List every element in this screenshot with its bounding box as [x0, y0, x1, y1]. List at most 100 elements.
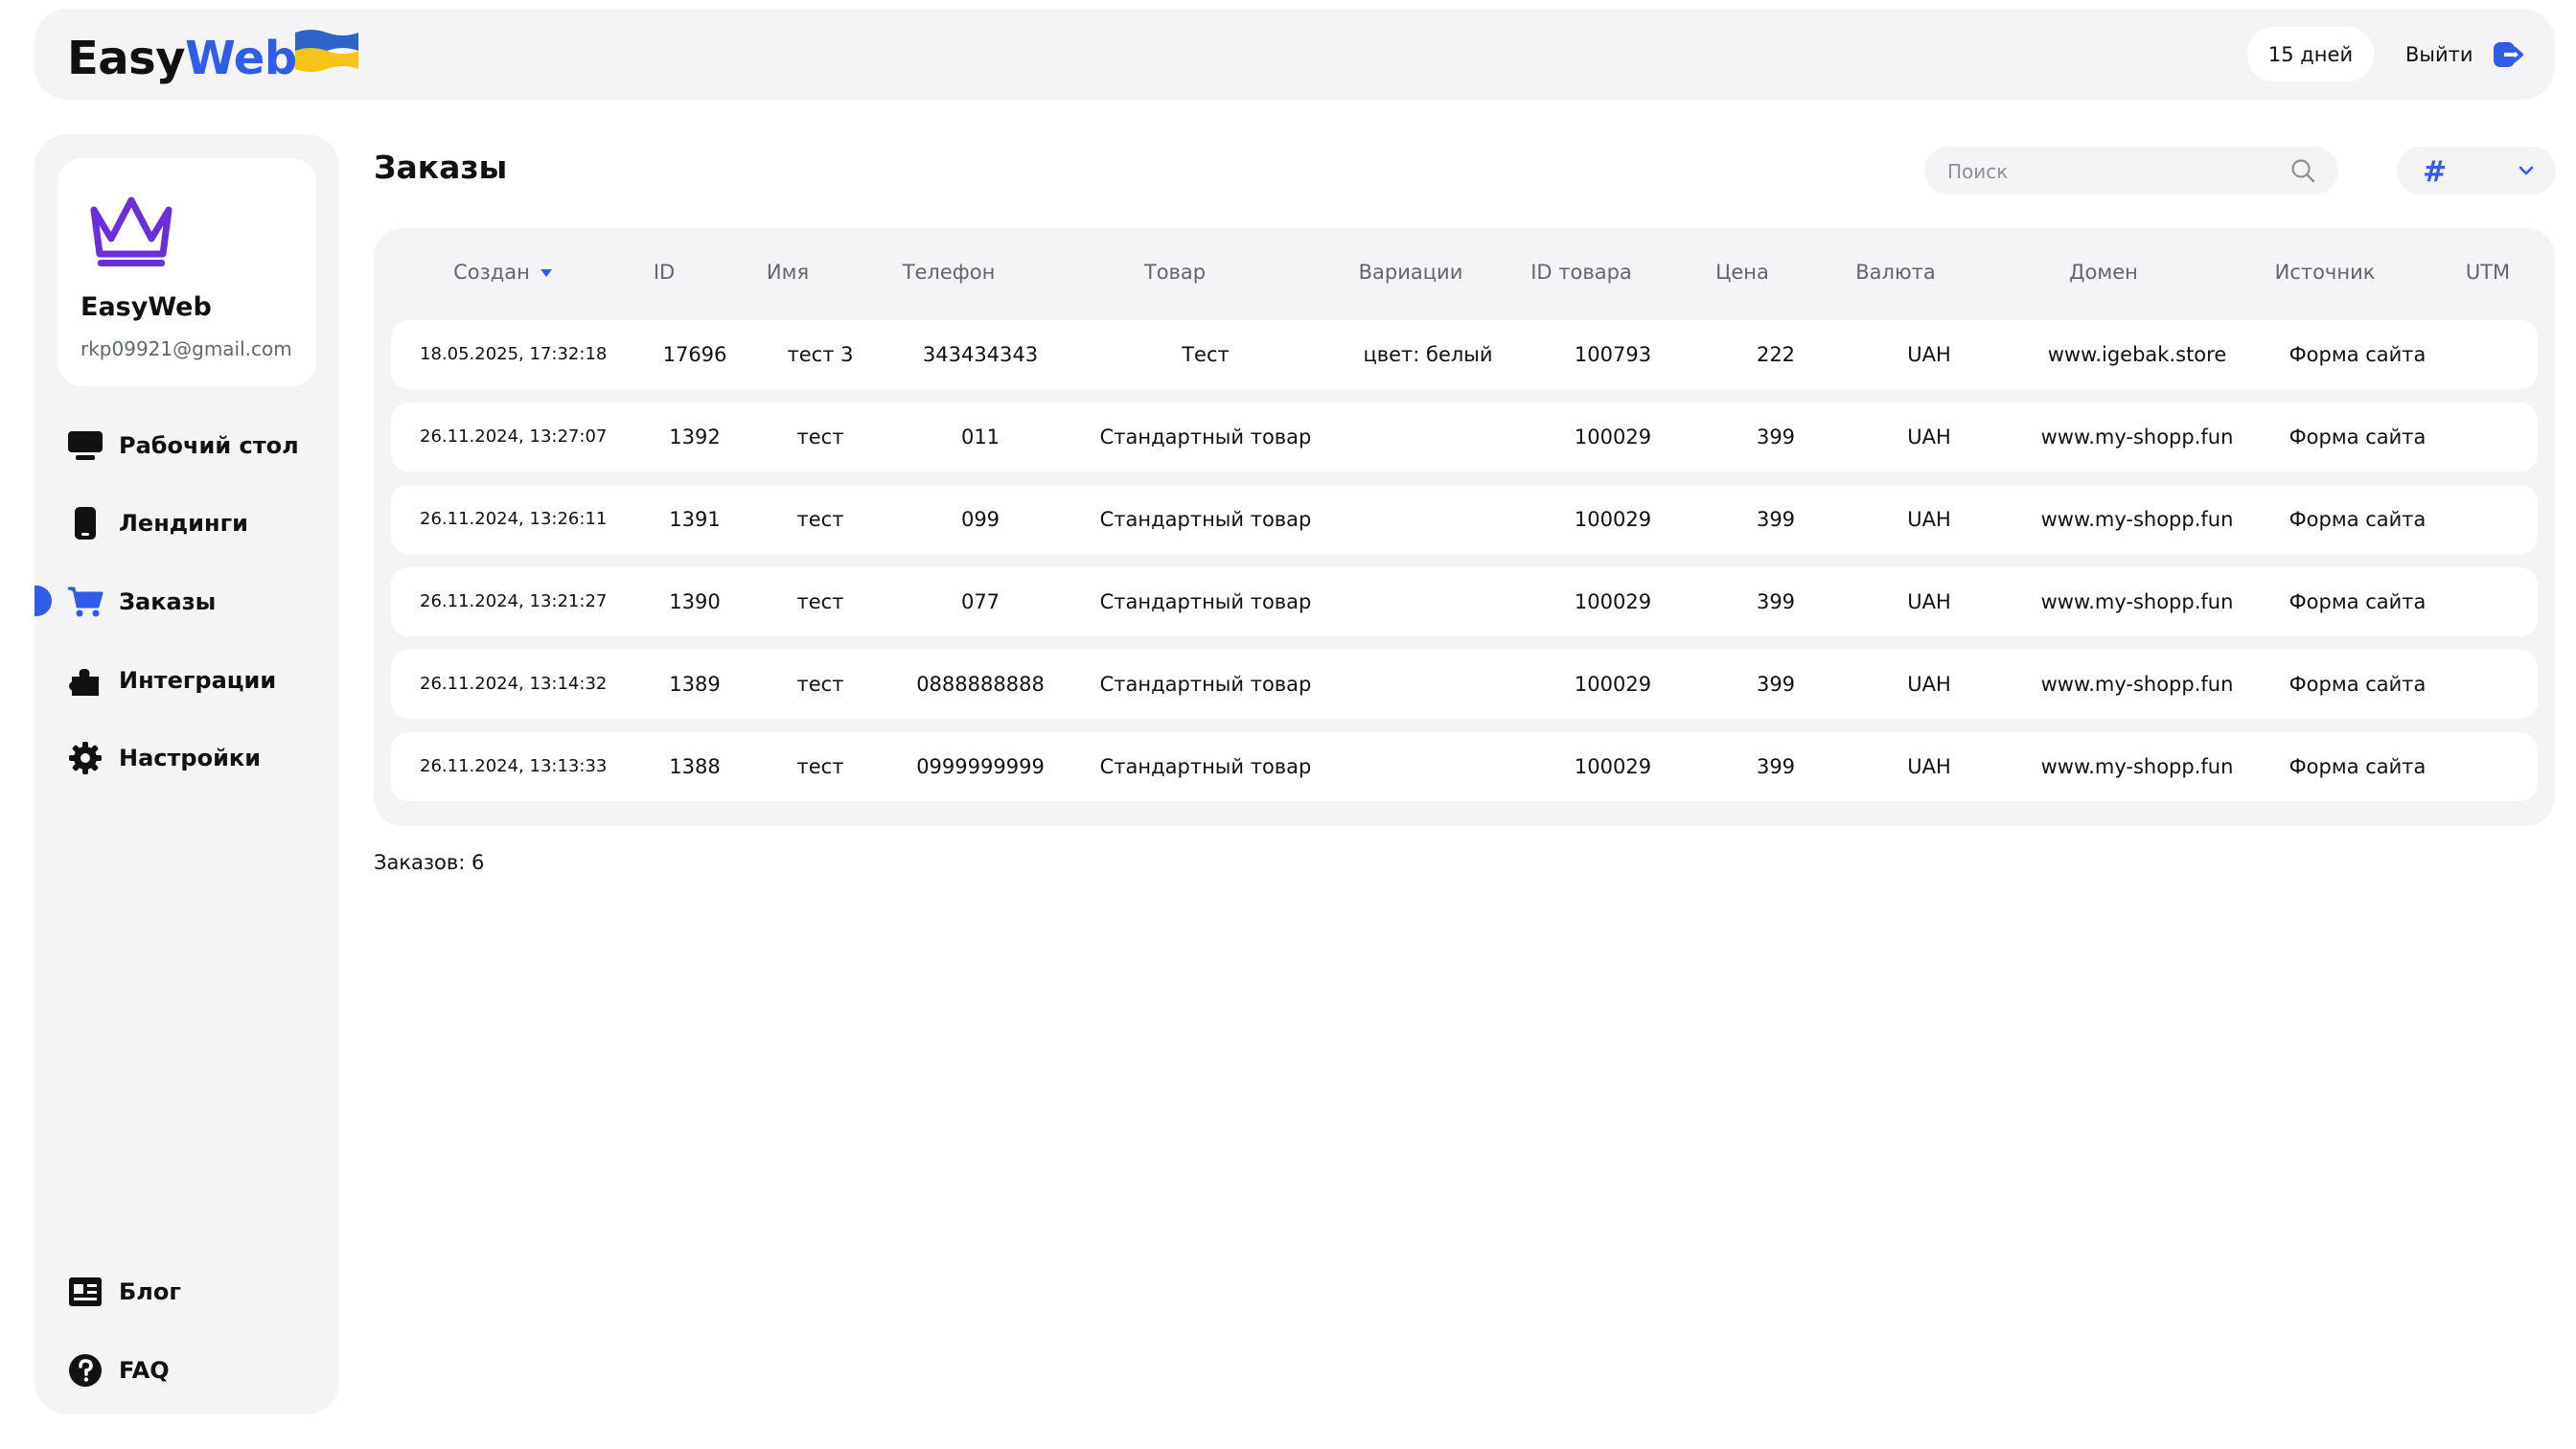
- column-header-label: Домен: [2069, 261, 2138, 284]
- table-cell: UAH: [1907, 755, 1951, 778]
- sidebar-item-label: Рабочий стол: [119, 432, 299, 459]
- logout-icon: [2493, 41, 2523, 67]
- table-cell: 26.11.2024, 13:21:27: [420, 591, 608, 611]
- table-cell: Форма сайта: [2288, 343, 2426, 366]
- table-cell: 100029: [1574, 426, 1652, 448]
- sidebar-item-label: Интеграции: [119, 667, 277, 694]
- table-cell: 17696: [662, 343, 727, 366]
- table-cell: 100029: [1574, 673, 1652, 696]
- table-cell: www.my-shopp.fun: [2040, 755, 2234, 778]
- chevron-down-icon: [2518, 166, 2534, 175]
- table-cell: Стандартный товар: [1099, 508, 1312, 531]
- table-cell: UAH: [1907, 508, 1951, 531]
- sidebar-item-settings[interactable]: Настройки: [67, 731, 261, 785]
- column-header[interactable]: Телефон: [903, 261, 996, 284]
- table-cell: тест: [796, 755, 844, 778]
- table-row[interactable]: 26.11.2024, 13:13:33 1388 тест 0999999999 Ст…: [391, 732, 2538, 801]
- sidebar-item-label: Блог: [119, 1278, 181, 1305]
- profile-card[interactable]: EasyWeb rkp09921@gmail.com: [58, 158, 316, 386]
- sidebar-item-faq[interactable]: FAQ: [67, 1344, 170, 1397]
- question-icon: [67, 1352, 104, 1389]
- tag-filter-dropdown[interactable]: #: [2397, 147, 2556, 195]
- sidebar-item-dashboard[interactable]: Рабочий стол: [67, 419, 299, 472]
- search-icon[interactable]: [2290, 158, 2315, 183]
- sidebar-item-orders[interactable]: Заказы: [67, 575, 216, 629]
- table-cell: Форма сайта: [2288, 590, 2426, 613]
- table-cell: UAH: [1907, 426, 1951, 448]
- table-cell: 100029: [1574, 508, 1652, 531]
- column-header[interactable]: ID: [654, 261, 675, 284]
- search-input[interactable]: [1945, 147, 2285, 196]
- table-cell: тест: [796, 508, 844, 531]
- column-header[interactable]: Создан: [453, 261, 553, 284]
- column-header[interactable]: Источник: [2275, 261, 2376, 284]
- table-cell: Форма сайта: [2288, 673, 2426, 696]
- column-header-label: Вариации: [1358, 261, 1463, 284]
- table-cell: тест: [796, 673, 844, 696]
- table-row[interactable]: 26.11.2024, 13:21:27 1390 тест 077 Стандартн…: [391, 567, 2538, 636]
- table-cell: 1390: [669, 590, 721, 613]
- column-header[interactable]: Товар: [1144, 261, 1206, 284]
- table-cell: 100793: [1574, 343, 1652, 366]
- table-cell: 1391: [669, 508, 721, 531]
- sidebar-item-landings[interactable]: Лендинги: [67, 496, 248, 550]
- logout-button[interactable]: Выйти: [2405, 27, 2523, 81]
- column-header[interactable]: Имя: [767, 261, 809, 284]
- table-cell: www.my-shopp.fun: [2040, 426, 2234, 448]
- sidebar-item-blog[interactable]: Блог: [67, 1265, 181, 1319]
- table-cell: Стандартный товар: [1099, 426, 1312, 448]
- table-cell: Форма сайта: [2288, 426, 2426, 448]
- profile-name: EasyWeb: [80, 292, 212, 322]
- table-cell: 100029: [1574, 590, 1652, 613]
- table-cell: Форма сайта: [2288, 508, 2426, 531]
- table-row[interactable]: 18.05.2025, 17:32:18 17696 тест 3 343434343…: [391, 320, 2538, 389]
- column-header-label: UTM: [2465, 261, 2511, 284]
- table-cell: www.igebak.store: [2047, 343, 2227, 366]
- logout-label: Выйти: [2405, 42, 2473, 66]
- puzzle-icon: [67, 662, 104, 699]
- table-cell: тест 3: [787, 343, 854, 366]
- table-cell: 0888888888: [916, 673, 1045, 696]
- column-header[interactable]: UTM: [2466, 261, 2510, 284]
- sidebar-item-label: Настройки: [119, 745, 262, 771]
- table-row[interactable]: 26.11.2024, 13:27:07 1392 тест 011 Стандартн…: [391, 402, 2538, 472]
- sort-desc-icon[interactable]: [540, 268, 553, 278]
- table-cell: 26.11.2024, 13:14:32: [420, 674, 608, 694]
- table-cell: UAH: [1907, 343, 1951, 366]
- column-header-label: Источник: [2274, 261, 2376, 284]
- table-cell: UAH: [1907, 673, 1951, 696]
- sidebar-item-label: Заказы: [119, 588, 217, 615]
- column-header[interactable]: Валюта: [1855, 261, 1935, 284]
- table-cell: 1392: [669, 426, 721, 448]
- table-cell: 077: [960, 590, 1000, 613]
- profile-email: rkp09921@gmail.com: [80, 337, 292, 360]
- table-cell: 399: [1756, 426, 1796, 448]
- column-header[interactable]: ID товара: [1530, 261, 1632, 284]
- column-header[interactable]: Вариации: [1359, 261, 1463, 284]
- column-header[interactable]: Цена: [1715, 261, 1769, 284]
- logo[interactable]: EasyWeb: [67, 32, 297, 85]
- column-header-label: ID: [653, 261, 676, 284]
- table-cell: 399: [1756, 508, 1796, 531]
- sidebar-item-label: Лендинги: [119, 510, 248, 537]
- table-cell: 0999999999: [916, 755, 1045, 778]
- orders-count: Заказов: 6: [374, 851, 485, 874]
- table-cell: 399: [1756, 755, 1796, 778]
- table-cell: 26.11.2024, 13:27:07: [420, 426, 608, 447]
- newspaper-icon: [67, 1274, 104, 1310]
- table-cell: Стандартный товар: [1099, 590, 1312, 613]
- table-cell: Форма сайта: [2288, 755, 2426, 778]
- table-cell: 011: [960, 426, 1000, 448]
- table-row[interactable]: 26.11.2024, 13:14:32 1389 тест 0888888888 Ст…: [391, 650, 2538, 719]
- table-cell: цвет: белый: [1363, 343, 1493, 366]
- column-header-label: Цена: [1715, 261, 1769, 284]
- table-cell: UAH: [1907, 590, 1951, 613]
- column-header[interactable]: Домен: [2069, 261, 2138, 284]
- top-bar: EasyWeb 15 дней Выйти: [34, 9, 2555, 100]
- search-box: [1924, 147, 2338, 196]
- subscription-days-badge[interactable]: 15 дней: [2247, 27, 2374, 81]
- table-row[interactable]: 26.11.2024, 13:26:11 1391 тест 099 Стандартн…: [391, 485, 2538, 554]
- sidebar-item-integrations[interactable]: Интеграции: [67, 654, 276, 707]
- table-cell: 343434343: [922, 343, 1039, 366]
- table-cell: Стандартный товар: [1099, 673, 1312, 696]
